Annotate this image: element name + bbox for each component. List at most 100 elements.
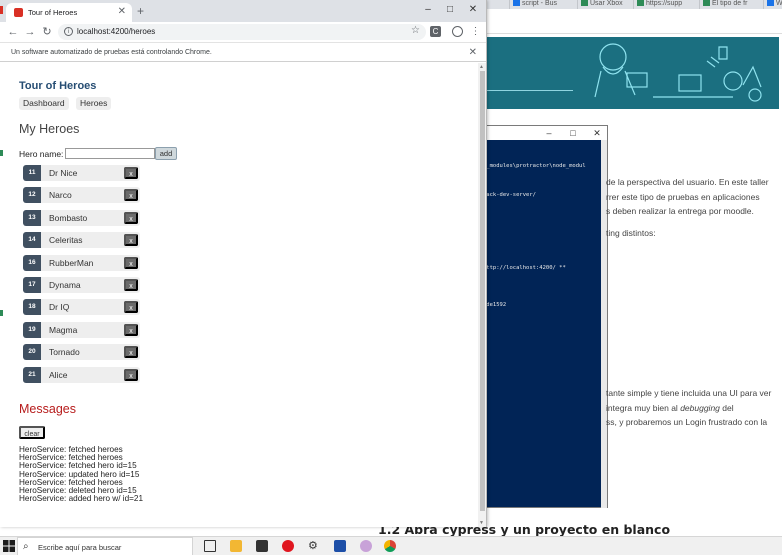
store-icon[interactable] (256, 540, 268, 552)
background-tab[interactable]: script - Bus (509, 0, 577, 9)
hero-row[interactable]: 13 Bombasto x (23, 209, 140, 226)
settings-gear-icon[interactable]: ⚙ (308, 540, 320, 552)
background-tab-label: El tipo de fr (712, 0, 748, 7)
delete-hero-button[interactable]: x (124, 368, 138, 381)
taskbar: ⌕ Escribe aquí para buscar ⚙ (0, 536, 782, 555)
terminal-window[interactable]: – □ ✕ e_modules\protractor\node_modul pa… (477, 125, 608, 508)
url-text[interactable]: localhost:4200/heroes (77, 27, 155, 36)
address-bar[interactable]: i localhost:4200/heroes ☆ (58, 24, 426, 40)
hero-name[interactable]: Narco (49, 190, 72, 200)
task-view-icon[interactable] (204, 540, 216, 552)
file-explorer-icon[interactable] (230, 540, 242, 552)
delete-hero-button[interactable]: x (124, 167, 138, 179)
powershell-icon[interactable] (334, 540, 346, 552)
delete-hero-button[interactable]: x (124, 279, 138, 291)
sliver (0, 150, 3, 156)
hero-name[interactable]: RubberMan (49, 258, 93, 268)
hero-row[interactable]: 21 Alice x (23, 366, 140, 383)
hero-name[interactable]: Bombasto (49, 213, 87, 223)
hero-name[interactable]: Dr Nice (49, 168, 77, 178)
background-tab[interactable]: Wel (763, 0, 782, 9)
terminal-titlebar: – □ ✕ (478, 126, 607, 140)
close-icon[interactable]: ✕ (590, 127, 604, 139)
hero-id-badge: 21 (23, 366, 41, 383)
delete-hero-button[interactable]: x (124, 346, 138, 359)
hero-row[interactable]: 12 Narco x (23, 187, 140, 204)
paint-icon[interactable] (360, 540, 372, 552)
forward-icon[interactable]: → (23, 24, 37, 40)
hero-row[interactable]: 11 Dr Nice x (23, 165, 140, 181)
opera-icon[interactable] (282, 540, 294, 552)
automation-infobar: Un software automatizado de pruebas está… (0, 42, 486, 62)
minimize-icon[interactable]: – (420, 3, 436, 17)
scrollbar-thumb[interactable] (480, 71, 485, 511)
hero-name[interactable]: Magma (49, 325, 77, 335)
background-tab[interactable]: https://supp (633, 0, 699, 9)
page-viewport[interactable]: Tour of Heroes Dashboard Heroes My Heroe… (0, 63, 478, 527)
delete-hero-button[interactable]: x (124, 323, 138, 336)
chrome-icon[interactable] (384, 540, 396, 552)
hero-row[interactable]: 17 Dynama x (23, 277, 140, 293)
hero-row[interactable]: 20 Tornado x (23, 344, 140, 361)
back-icon[interactable]: ← (6, 24, 20, 40)
left-edge-slivers (0, 0, 3, 527)
hero-name[interactable]: Dr IQ (49, 302, 69, 312)
tab-favicon-icon (513, 0, 520, 6)
bookmark-star-icon[interactable]: ☆ (411, 25, 420, 36)
close-icon[interactable]: ✕ (465, 3, 481, 17)
hero-row[interactable]: 14 Celeritas x (23, 232, 140, 249)
clear-button[interactable]: clear (19, 426, 45, 439)
hero-row[interactable]: 16 RubberMan x (23, 254, 140, 271)
maximize-icon[interactable]: □ (442, 3, 458, 17)
scroll-up-icon[interactable]: ▲ (479, 64, 484, 70)
windows-start-icon[interactable] (3, 540, 15, 552)
background-text-fragment: integra muy bien al (606, 403, 681, 413)
section-title: My Heroes (19, 122, 80, 136)
hero-name-input[interactable] (65, 148, 155, 159)
hero-id-badge: 13 (23, 209, 41, 226)
add-button[interactable]: add (155, 147, 177, 160)
tab-close-icon[interactable]: ✕ (118, 6, 126, 17)
background-tab-label: script - Bus (522, 0, 558, 7)
delete-hero-button[interactable]: x (124, 256, 138, 269)
scroll-down-icon[interactable]: ▼ (479, 520, 484, 526)
nav-heroes[interactable]: Heroes (76, 97, 112, 110)
minimize-icon[interactable]: – (542, 127, 556, 139)
tab-tour-of-heroes[interactable]: Tour of Heroes ✕ (6, 3, 132, 22)
new-tab-icon[interactable]: + (137, 4, 144, 18)
reload-icon[interactable]: ↻ (40, 24, 54, 40)
hero-name[interactable]: Tornado (49, 347, 80, 357)
page-scrollbar[interactable]: ▲ ▼ (478, 63, 486, 527)
tab-favicon-icon (703, 0, 710, 6)
background-tab-label: Usar Xbox (590, 0, 623, 7)
infobar-text: Un software automatizado de pruebas está… (11, 49, 212, 56)
background-tabstrip: script - Bus Usar Xbox https://supp El tipo… (487, 0, 782, 9)
extension-icon[interactable]: C (430, 26, 441, 37)
nav-dashboard[interactable]: Dashboard (19, 97, 69, 110)
hero-name[interactable]: Dynama (49, 280, 81, 290)
delete-hero-button[interactable]: x (124, 301, 138, 314)
hero-row[interactable]: 19 Magma x (23, 321, 140, 338)
hero-row[interactable]: 18 Dr IQ x (23, 299, 140, 316)
terminal-line: e_modules\protractor\node_modul (483, 163, 586, 169)
taskbar-search[interactable]: ⌕ Escribe aquí para buscar (17, 537, 193, 555)
chrome-window[interactable]: Tour of Heroes ✕ + – □ ✕ ← → ↻ i localho… (0, 0, 487, 527)
info-icon[interactable]: i (64, 27, 73, 36)
hero-id-badge: 16 (23, 254, 41, 271)
search-placeholder: Escribe aquí para buscar (38, 543, 122, 552)
hero-name[interactable]: Celeritas (49, 235, 83, 245)
banner-illustration (594, 43, 762, 102)
delete-hero-button[interactable]: x (124, 189, 138, 202)
tab-title: Tour of Heroes (28, 8, 78, 17)
menu-icon[interactable]: ⋮ (470, 26, 481, 37)
maximize-icon[interactable]: □ (566, 127, 580, 139)
messages-title: Messages (19, 402, 76, 416)
hero-name[interactable]: Alice (49, 370, 67, 380)
account-icon[interactable] (452, 26, 463, 37)
infobar-close-icon[interactable]: ✕ (469, 47, 477, 58)
background-tab[interactable]: Usar Xbox (577, 0, 633, 9)
background-tab[interactable]: El tipo de fr (699, 0, 763, 9)
hero-name-label: Hero name: (19, 149, 64, 159)
delete-hero-button[interactable]: x (124, 211, 138, 224)
delete-hero-button[interactable]: x (124, 234, 138, 247)
